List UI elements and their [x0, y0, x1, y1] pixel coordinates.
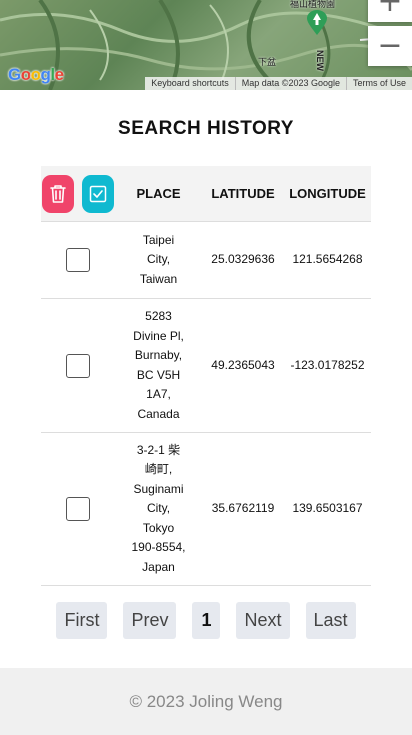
next-page-button[interactable]: Next: [236, 602, 290, 639]
current-page-button[interactable]: 1: [192, 602, 221, 639]
zoom-in-button[interactable]: +: [368, 0, 412, 22]
place-line: 崎町,: [144, 462, 173, 477]
longitude-cell: 139.6503167: [292, 501, 363, 516]
last-page-button[interactable]: Last: [305, 602, 356, 639]
map-data-text: Map data ©2023 Google: [234, 77, 346, 90]
place-line: 3-2-1 柴: [136, 442, 181, 457]
place-line: 1A7,: [146, 387, 171, 401]
header-latitude[interactable]: LATITUDE: [202, 186, 284, 201]
logo-letter: o: [30, 65, 41, 84]
header-place[interactable]: PLACE: [115, 186, 202, 201]
copyright-text: © 2023 Joling Weng: [129, 691, 283, 711]
row-select-cell: [41, 353, 115, 378]
row-select-cell: [41, 497, 115, 521]
place-line: 5283: [145, 309, 172, 323]
place-cell: 5283 Divine Pl, Burnaby, BC V5H 1A7, Can…: [115, 307, 202, 424]
header-longitude[interactable]: LONGITUDE: [284, 186, 371, 201]
logo-letter: e: [54, 65, 64, 84]
table-row[interactable]: 3-2-1 柴 崎町, Suginami City, Tokyo 190-855…: [41, 433, 371, 586]
place-line: City,: [146, 252, 171, 267]
row-checkbox[interactable]: [66, 497, 90, 521]
google-logo[interactable]: Google: [8, 65, 64, 85]
place-cell: Taipei City, Taiwan: [115, 231, 202, 290]
trash-icon: [50, 184, 66, 203]
place-line: Canada: [137, 406, 180, 421]
row-checkbox[interactable]: [66, 248, 90, 272]
place-line: BC V5H: [136, 367, 181, 382]
map-label-road: NEW: [315, 50, 325, 71]
longitude-cell: -123.0178252: [290, 357, 365, 372]
first-page-button[interactable]: First: [56, 602, 108, 639]
prev-page-button[interactable]: Prev: [123, 602, 177, 639]
select-all-button[interactable]: [82, 174, 114, 213]
row-select-cell: [41, 248, 115, 272]
place-line: Tokyo: [142, 520, 175, 535]
place-line: Burnaby,: [134, 348, 183, 362]
keyboard-shortcuts-link[interactable]: Keyboard shortcuts: [145, 77, 235, 90]
logo-letter: g: [40, 65, 51, 84]
table-row[interactable]: 5283 Divine Pl, Burnaby, BC V5H 1A7, Can…: [41, 299, 371, 433]
park-pin-icon[interactable]: [306, 10, 328, 36]
terms-of-use-link[interactable]: Terms of Use: [345, 77, 412, 90]
table-row[interactable]: Taipei City, Taiwan 25.0329636 121.56542…: [41, 222, 371, 299]
place-line: Divine Pl,: [133, 328, 184, 343]
delete-selected-button[interactable]: [42, 174, 74, 213]
search-history-table: PLACE LATITUDE LONGITUDE Taipei City, Ta…: [41, 166, 371, 586]
checkbox-checked-icon: [89, 185, 107, 202]
latitude-cell: 35.6762119: [211, 501, 275, 516]
latitude-cell: 25.0329636: [211, 252, 275, 267]
page-footer: © 2023 Joling Weng: [0, 668, 412, 735]
row-checkbox[interactable]: [66, 353, 90, 378]
place-line: Japan: [142, 559, 175, 574]
logo-letter: o: [20, 65, 31, 84]
zoom-out-button[interactable]: −: [368, 26, 412, 66]
page-title: SEARCH HISTORY: [118, 118, 294, 139]
map-label-park: 福山植物園: [290, 0, 336, 9]
latitude-cell: 49.2365043: [211, 357, 275, 372]
map-view[interactable]: 福山植物園 下盆 NEW + − Google Keyboard shortcu…: [0, 0, 412, 90]
place-line: Taipei: [142, 232, 175, 247]
place-cell: 3-2-1 柴 崎町, Suginami City, Tokyo 190-855…: [115, 441, 202, 578]
pagination: First Prev 1 Next Last: [0, 602, 412, 639]
place-line: Taiwan: [139, 271, 178, 286]
logo-letter: G: [8, 65, 21, 84]
place-line: Suginami: [133, 481, 184, 496]
map-attribution-bar: Keyboard shortcuts Map data ©2023 Google…: [145, 77, 412, 90]
place-line: City,: [146, 501, 171, 516]
place-line: 190-8554,: [131, 540, 186, 555]
table-header: PLACE LATITUDE LONGITUDE: [41, 166, 371, 222]
map-label-village: 下盆: [258, 57, 277, 67]
longitude-cell: 121.5654268: [292, 252, 363, 267]
